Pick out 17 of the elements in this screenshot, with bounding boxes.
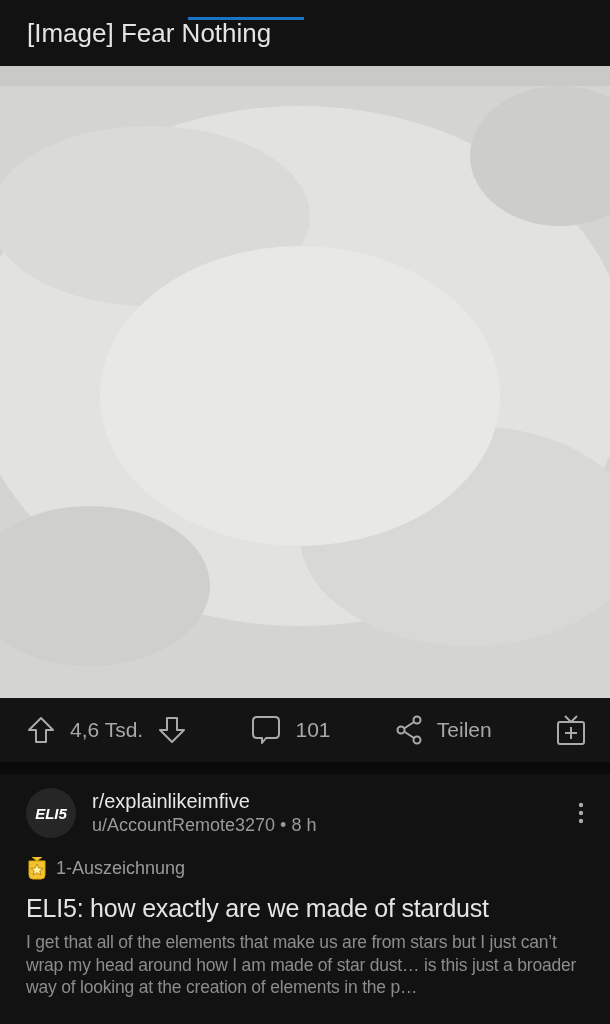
- post-meta: u/AccountRemote3270 • 8 h: [92, 815, 318, 836]
- share-icon: [394, 715, 423, 745]
- downvote-icon[interactable]: [157, 715, 188, 745]
- comments-button[interactable]: 101: [251, 714, 331, 746]
- upvote-icon[interactable]: [26, 715, 56, 745]
- award-icon: [26, 856, 48, 880]
- window-title: [Image] Fear Nothing: [27, 18, 272, 49]
- subreddit-name[interactable]: r/explainlikeimfive: [92, 790, 562, 813]
- post-body: I get that all of the elements that make us are from stars but I just can’t wrap my head around how I am made of star dust… is this just a broader way of looking at the creation of elements in the p…: [26, 931, 578, 999]
- post-title[interactable]: ELI5: how exactly are we made of stardust: [26, 894, 584, 923]
- subreddit-avatar[interactable]: ELI5: [26, 788, 76, 838]
- gift-icon[interactable]: [556, 714, 586, 746]
- award-label: 1-Auszeichnung: [56, 857, 186, 879]
- share-button[interactable]: Teilen: [394, 715, 492, 745]
- more-icon[interactable]: [578, 802, 584, 824]
- vote-count: 4,6 Tsd.: [70, 718, 144, 742]
- comment-icon: [251, 714, 282, 746]
